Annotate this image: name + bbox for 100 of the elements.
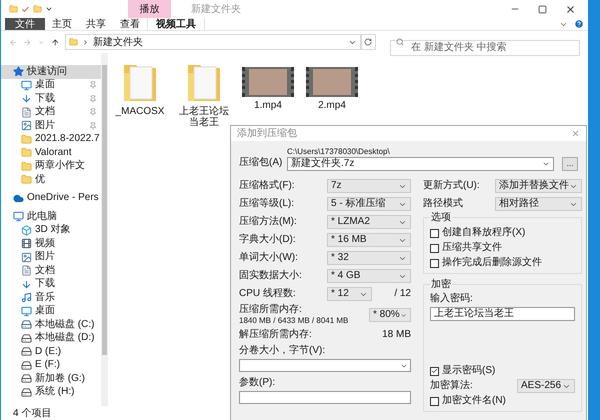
ribbon-tab[interactable]: 查看 xyxy=(113,18,147,30)
file-name[interactable]: _MACOSX xyxy=(116,106,164,117)
dropdown[interactable]: 5 - 标准压缩 xyxy=(327,197,411,211)
address-bar[interactable]: 新建文件夹 xyxy=(65,34,361,50)
dropdown[interactable]: * 32 xyxy=(327,251,411,265)
close-icon[interactable] xyxy=(565,4,576,14)
chevron-icon xyxy=(82,38,90,46)
sidebar-item[interactable]: 3D 对象 xyxy=(1,224,101,237)
field-label: 参数(P): xyxy=(239,377,276,389)
field-label: 压缩方法(M): xyxy=(239,216,298,228)
sidebar-item[interactable]: 本地磁盘 (C:) xyxy=(1,318,101,332)
checkbox-label: 创建自释放程序(X) xyxy=(442,227,526,239)
sidebar-item[interactable]: 图片 xyxy=(1,250,101,264)
chevron-icon xyxy=(542,160,550,168)
ribbon-tab[interactable]: 视频工具 xyxy=(147,18,205,30)
help-icon[interactable] xyxy=(574,19,584,29)
archive-name-field[interactable]: 新建文件夹.7z xyxy=(287,157,554,171)
sidebar-item[interactable]: 文档 xyxy=(1,106,101,119)
scrollbar-thumb[interactable] xyxy=(102,65,107,355)
picture-icon xyxy=(21,252,32,263)
search-icon xyxy=(396,38,404,46)
dropdown[interactable]: * 4 GB xyxy=(327,269,411,283)
maximize-icon[interactable] xyxy=(538,4,547,14)
dropdown[interactable]: * 80% xyxy=(369,308,411,322)
field-label: 单词大小(W): xyxy=(239,252,299,264)
sidebar-item[interactable]: 系统 (H:) xyxy=(1,386,101,399)
field-label: 固实数据大小: xyxy=(239,270,303,282)
dropdown-icon[interactable] xyxy=(45,5,53,13)
dropdown[interactable]: 添加并替换文件 xyxy=(495,179,582,193)
video-thumbnail[interactable] xyxy=(242,67,294,97)
file-name[interactable]: 1.mp4 xyxy=(254,100,282,111)
sidebar-item[interactable]: 文档 xyxy=(1,264,101,278)
refresh-icon xyxy=(364,38,372,46)
parameters-field[interactable] xyxy=(239,391,411,404)
sidebar-item[interactable]: 下载 xyxy=(1,278,101,291)
sidebar-item[interactable]: 优 xyxy=(1,173,101,186)
download-icon xyxy=(21,93,32,104)
download-icon xyxy=(21,278,32,290)
checkbox[interactable] xyxy=(430,258,439,268)
sidebar-item[interactable]: 2021.8-2022.7 xyxy=(1,132,101,146)
sidebar-item[interactable]: 本地磁盘 (D:) xyxy=(1,332,101,345)
checkbox-label: 加密文件名(N) xyxy=(442,395,506,407)
dropdown[interactable]: AES-256 xyxy=(517,379,575,393)
dropdown[interactable]: * 16 MB xyxy=(327,233,411,247)
refresh-button[interactable] xyxy=(360,34,376,50)
group-title: 选项 xyxy=(430,212,452,224)
monitor-icon xyxy=(21,80,32,91)
sidebar-item[interactable]: 图片 xyxy=(1,119,101,132)
film-icon xyxy=(21,238,32,250)
ribbon-tab[interactable]: 文件 xyxy=(5,18,45,30)
sidebar-item[interactable]: Valorant xyxy=(1,146,101,160)
search-field[interactable]: 在 新建文件夹 中搜索 xyxy=(390,40,580,56)
volume-size-field[interactable] xyxy=(239,359,411,372)
checkbox[interactable] xyxy=(430,366,439,376)
sidebar-item[interactable]: 视频 xyxy=(1,237,101,250)
sidebar-item[interactable]: OneDrive - Pers xyxy=(1,192,101,205)
dropdown[interactable]: * 12 xyxy=(327,287,372,301)
dropdown[interactable]: 7z xyxy=(327,179,411,193)
cube-icon xyxy=(21,224,32,236)
sidebar-item[interactable]: D (E:) xyxy=(1,345,101,358)
up-icon[interactable] xyxy=(50,38,60,46)
ribbon-tab[interactable]: 共享 xyxy=(79,18,113,30)
drive-icon xyxy=(21,332,32,344)
field-label: 字典大小(D): xyxy=(239,234,297,246)
file-name[interactable]: 2.mp4 xyxy=(318,100,346,111)
video-thumbnail[interactable] xyxy=(306,67,358,97)
field-label: 加密算法: xyxy=(430,380,473,392)
checklist-icon[interactable] xyxy=(21,4,30,14)
sidebar-item[interactable]: 桌面 xyxy=(1,78,101,92)
window-title: 新建文件夹 xyxy=(191,2,241,16)
sidebar-item[interactable]: E (F:) xyxy=(1,358,101,372)
checkbox[interactable] xyxy=(430,228,439,238)
sidebar-item[interactable]: 桌面 xyxy=(1,304,101,318)
checkbox-label: 压缩共享文件 xyxy=(442,242,502,254)
scrollbar[interactable] xyxy=(101,53,108,406)
checkbox[interactable] xyxy=(430,244,439,252)
sidebar-item[interactable]: 新加卷 (G:) xyxy=(1,372,101,386)
password-field[interactable]: 上老王论坛当老王 xyxy=(430,307,575,321)
status-text: 4 个项目 xyxy=(13,406,52,420)
ribbon-tab[interactable]: 主页 xyxy=(45,18,79,30)
dropdown[interactable]: 相对路径 xyxy=(495,197,582,211)
cloud-icon xyxy=(13,192,24,204)
dropdown[interactable]: * LZMA2 xyxy=(327,215,411,229)
path-text: C:\Users\17378030\Desktop\ xyxy=(287,147,391,157)
field-label: 输入密码: xyxy=(430,293,474,305)
browse-button[interactable]: ... xyxy=(562,157,578,171)
photo-placeholder xyxy=(313,69,351,95)
field-label: 压缩所需内存: xyxy=(239,304,303,316)
folder-icon xyxy=(69,37,78,47)
sidebar-item[interactable]: 此电脑 xyxy=(1,210,101,224)
sidebar-item[interactable]: 下载 xyxy=(1,92,101,106)
field-label: 路径模式 xyxy=(423,198,464,210)
sidebar-item[interactable]: 音乐 xyxy=(1,291,101,304)
folder-icon xyxy=(21,147,32,158)
sidebar-item[interactable]: 两章小作文 xyxy=(1,160,101,173)
sidebar-item[interactable]: 快速访问 xyxy=(1,65,101,78)
file-name[interactable]: 上老王论坛当老王 xyxy=(176,106,232,128)
checkbox[interactable] xyxy=(430,396,439,406)
folder-icon xyxy=(21,160,32,172)
field-label: 解压缩所需内存: xyxy=(239,329,312,341)
